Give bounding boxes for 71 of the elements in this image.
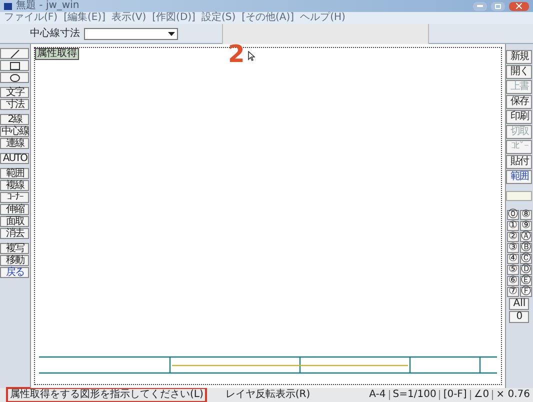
close-button[interactable] xyxy=(509,2,529,10)
layer-button[interactable]: Ⓕ xyxy=(520,287,532,297)
window-title: 無題 - jw_win xyxy=(16,1,80,11)
color-indicator xyxy=(506,191,532,201)
menu-item[interactable]: [その他(A)] xyxy=(242,13,294,23)
status-hint: レイヤ反転表示(R) xyxy=(225,390,310,400)
tool-button[interactable]: 伸縮 xyxy=(0,204,30,215)
shape-tool-button[interactable] xyxy=(0,60,30,71)
tool-button[interactable]: 移動 xyxy=(0,255,30,266)
layer-button[interactable]: ③ xyxy=(506,243,519,253)
tool-button[interactable]: 寸法 xyxy=(0,99,30,110)
file-tool-button[interactable]: 開く xyxy=(506,65,532,79)
drawing-canvas[interactable]: 属性取得 2 xyxy=(30,44,505,388)
layer-button[interactable]: Ⓐ xyxy=(520,232,532,242)
close-icon xyxy=(516,3,522,9)
tool-button[interactable]: 文字 xyxy=(0,87,30,98)
tool-button[interactable]: 複線 xyxy=(0,180,30,191)
layer-button[interactable]: Ⓑ xyxy=(520,243,532,253)
layer-group-button[interactable]: 0 xyxy=(509,311,530,323)
mode-label: 属性取得 xyxy=(34,48,79,60)
menu-item[interactable]: [編集(E)] xyxy=(64,13,106,23)
file-tool-button[interactable]: 保存 xyxy=(506,95,532,109)
file-tool-button[interactable]: 印刷 xyxy=(506,110,532,124)
shape-tool-button[interactable] xyxy=(0,48,30,59)
menu-item[interactable]: 設定(S) xyxy=(201,13,236,23)
tool-button[interactable]: 2線 xyxy=(0,114,30,125)
angle-indicator[interactable]: ∠0 xyxy=(470,390,494,400)
tool-button[interactable]: 連線 xyxy=(0,138,30,149)
tool-button[interactable]: ｺｰﾅｰ xyxy=(0,192,30,203)
dimension-dropdown[interactable] xyxy=(84,28,178,40)
tool-button[interactable]: AUTO xyxy=(0,153,30,164)
layer-button[interactable]: ⑥ xyxy=(506,276,519,286)
layer-group-button[interactable]: All xyxy=(509,298,530,310)
tool-button[interactable]: 中心線 xyxy=(0,126,30,137)
layer-button[interactable]: ① xyxy=(506,221,519,231)
dimension-label: 中心線寸法 xyxy=(30,28,80,38)
shape-tool-button[interactable] xyxy=(0,72,30,83)
layer-button[interactable]: Ⓔ xyxy=(520,276,532,286)
menu-item[interactable]: [作図(D)] xyxy=(152,13,196,23)
zoom-indicator[interactable]: × 0.76 xyxy=(493,390,533,400)
layer-button[interactable]: Ⓓ xyxy=(520,265,532,275)
rectangle-tool-icon xyxy=(10,62,20,70)
file-tool-button[interactable]: 貼付 xyxy=(506,155,532,169)
tool-button[interactable]: 面取 xyxy=(0,216,30,227)
app-icon xyxy=(4,2,12,10)
layer-button[interactable]: ② xyxy=(506,232,519,242)
step-number: 2 xyxy=(228,42,245,66)
paper-size[interactable]: A-4 xyxy=(366,390,390,400)
tool-button[interactable]: 消去 xyxy=(0,228,30,239)
tool-button[interactable]: 複写 xyxy=(0,243,30,254)
layer-button[interactable]: ⑤ xyxy=(506,265,519,275)
layer-button[interactable]: ⓪ xyxy=(506,210,519,220)
status-message: 属性取得をする図形を指示してください(L) xyxy=(6,387,208,402)
dropdown-caret-icon xyxy=(168,32,175,36)
line-tool-icon xyxy=(10,48,20,58)
mouse-cursor-icon xyxy=(248,51,255,61)
layer-button[interactable]: ⑧ xyxy=(520,210,532,220)
layer-button[interactable]: Ⓒ xyxy=(520,254,532,264)
menu-item[interactable]: 表示(V) xyxy=(112,13,146,23)
tool-button[interactable]: 戻る xyxy=(0,267,30,278)
layer-button[interactable]: ④ xyxy=(506,254,519,264)
menu-item[interactable]: ヘルプ(H) xyxy=(300,13,346,23)
tool-button[interactable]: 範囲 xyxy=(0,168,30,179)
file-tool-button[interactable]: 新規 xyxy=(506,50,532,64)
layer-button[interactable]: ⑦ xyxy=(506,287,519,297)
layer-group-indicator[interactable]: [0-F] xyxy=(440,390,471,400)
layer-button[interactable]: ⑨ xyxy=(520,221,532,231)
circle-tool-icon xyxy=(10,74,20,82)
scale-indicator[interactable]: S=1/100 xyxy=(390,390,440,400)
file-tool-button[interactable]: 範囲 xyxy=(506,170,532,184)
menu-item[interactable]: ファイル(F) xyxy=(4,13,58,23)
